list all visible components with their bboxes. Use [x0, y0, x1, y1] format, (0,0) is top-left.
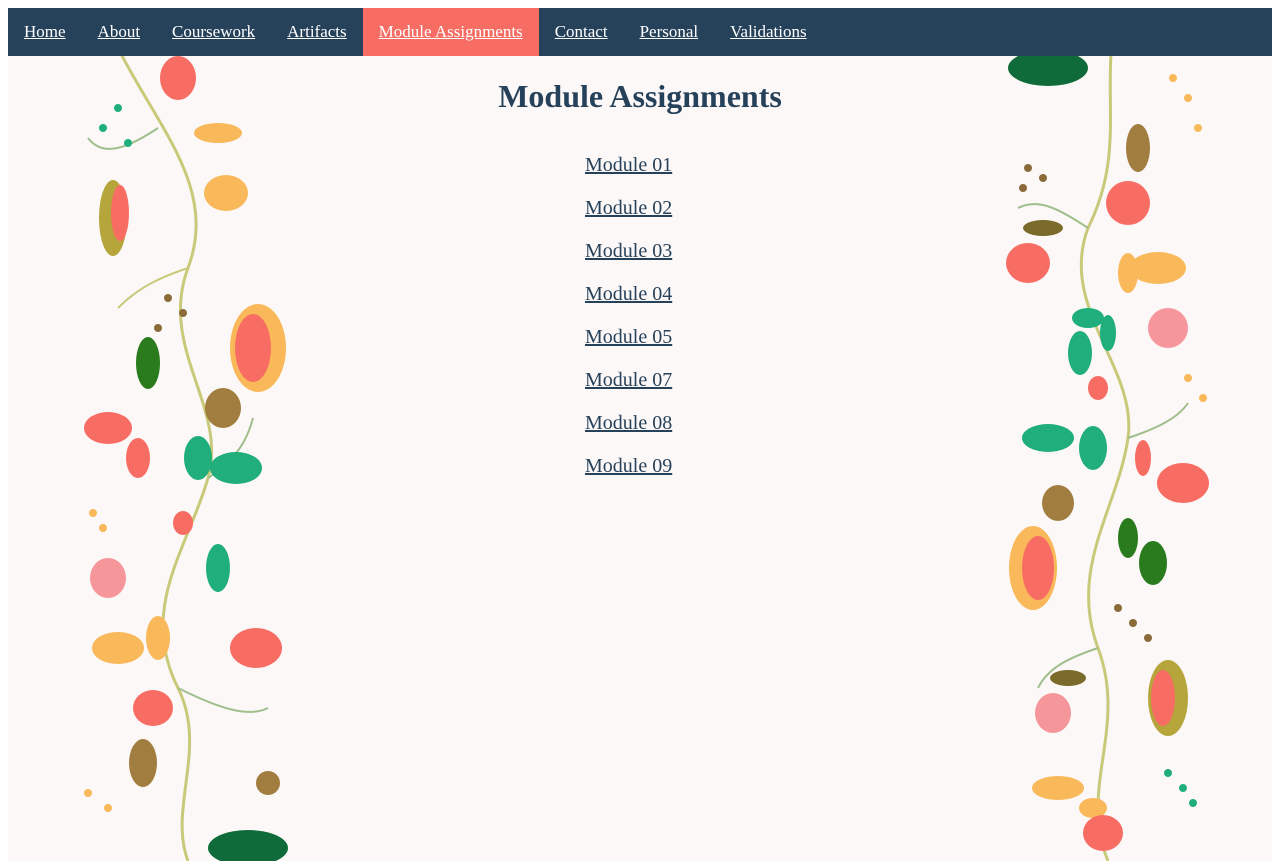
module-link-05[interactable]: Module 05	[585, 326, 672, 348]
nav-item-about[interactable]: About	[82, 8, 157, 56]
module-list: Module 01 Module 02 Module 03 Module 04 …	[585, 154, 672, 498]
nav-item-module-assignments[interactable]: Module Assignments	[362, 8, 539, 56]
module-link-08[interactable]: Module 08	[585, 412, 672, 434]
module-link-04[interactable]: Module 04	[585, 283, 672, 305]
module-link-02[interactable]: Module 02	[585, 197, 672, 219]
nav-item-personal[interactable]: Personal	[624, 8, 715, 56]
nav-item-home[interactable]: Home	[8, 8, 82, 56]
right-flowers	[1006, 8, 1224, 851]
module-link-09[interactable]: Module 09	[585, 455, 672, 477]
list-item: Module 09	[585, 455, 672, 498]
nav-item-contact[interactable]: Contact	[539, 8, 624, 56]
page-title: Module Assignments	[498, 78, 782, 114]
top-navigation-bar: Home About Coursework Artifacts Module A…	[8, 8, 1272, 56]
module-link-01[interactable]: Module 01	[585, 154, 672, 176]
nav-item-validations[interactable]: Validations	[714, 8, 823, 56]
module-link-03[interactable]: Module 03	[585, 240, 672, 262]
list-item: Module 01	[585, 154, 672, 197]
nav-item-artifacts[interactable]: Artifacts	[271, 8, 362, 56]
page-container: Home About Coursework Artifacts Module A…	[8, 8, 1272, 861]
list-item: Module 07	[585, 369, 672, 412]
list-item: Module 08	[585, 412, 672, 455]
nav-item-coursework[interactable]: Coursework	[156, 8, 271, 56]
module-link-07[interactable]: Module 07	[585, 369, 672, 391]
list-item: Module 02	[585, 197, 672, 240]
list-item: Module 05	[585, 326, 672, 369]
list-item: Module 03	[585, 240, 672, 283]
list-item: Module 04	[585, 283, 672, 326]
